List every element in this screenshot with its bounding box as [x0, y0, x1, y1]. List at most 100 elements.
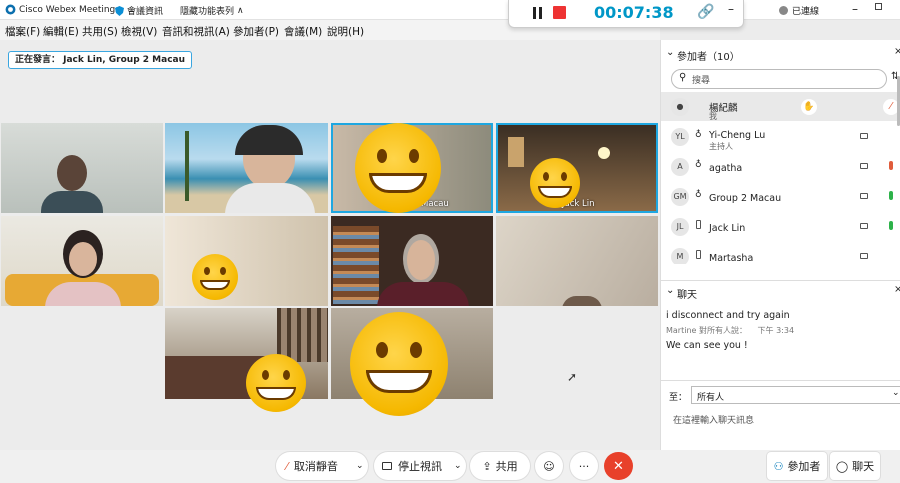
smiley-icon: ☺	[543, 459, 555, 473]
chat-bubble-icon: ◯	[835, 459, 849, 473]
mouse-cursor-icon: ➚	[567, 370, 578, 384]
stop-recording-button[interactable]	[553, 6, 566, 19]
status-dot-icon	[779, 6, 788, 15]
hide-menu-bar-button[interactable]: 隱藏功能表列 ∧	[180, 4, 244, 18]
grinning-face-emoji-icon	[246, 354, 306, 412]
participants-panel-button[interactable]: ⚇ 參加者	[767, 452, 827, 480]
active-speaker-label: 正在發言： Jack Lin, Group 2 Macau	[8, 51, 193, 69]
menu-audio-video[interactable]: 音訊和視訊(A)	[162, 24, 230, 39]
leave-meeting-button[interactable]: ✕	[604, 452, 633, 480]
unmute-button[interactable]: ⁄ 取消靜音 ⌄	[276, 452, 368, 480]
chevron-down-icon: ⌄	[356, 461, 364, 471]
participant-row[interactable]: M Martasha	[661, 242, 900, 264]
phone-icon	[696, 250, 701, 259]
chevron-down-icon: ⌄	[666, 285, 675, 296]
participant-search-box[interactable]: ⚲ 搜尋	[671, 69, 887, 89]
menu-view[interactable]: 檢視(V)	[121, 24, 157, 39]
maximize-window-button[interactable]	[875, 3, 882, 10]
close-icon: ✕	[613, 458, 624, 474]
share-icon: ⇪	[482, 459, 492, 473]
app-title: Cisco Webex Meetings	[5, 4, 120, 15]
chat-recipient-select[interactable]: 所有人 ⌄	[691, 386, 900, 404]
chat-message-meta: Martine 對所有人說： 下午 3:34	[666, 326, 795, 335]
headset-icon: ♁	[695, 190, 702, 200]
close-panel-icon[interactable]: ×	[894, 46, 900, 57]
menu-meeting[interactable]: 會議(M)	[284, 24, 322, 39]
close-chat-icon[interactable]: ×	[894, 284, 900, 295]
menu-share[interactable]: 共用(S)	[82, 24, 118, 39]
participant-role: 我	[709, 112, 717, 121]
video-grid: Macau Jack Lin ➚	[0, 40, 660, 450]
camera-icon	[860, 193, 868, 199]
menu-help[interactable]: 說明(H)	[327, 24, 364, 39]
microphone-active-icon	[889, 191, 893, 200]
participant-name: Yi-Cheng Lu	[709, 130, 766, 141]
participant-name: Group 2 Macau	[709, 193, 782, 204]
connection-status: 已連線	[779, 4, 819, 17]
video-tile[interactable]	[331, 216, 493, 306]
menu-participants[interactable]: 參加者(P)	[233, 24, 279, 39]
participant-avatar: YL	[671, 128, 689, 146]
microphone-muted-icon	[889, 161, 893, 170]
grinning-face-emoji-icon	[192, 254, 238, 300]
chevron-up-icon: ∧	[237, 5, 244, 16]
video-tile[interactable]	[496, 216, 658, 306]
phone-icon	[696, 220, 701, 229]
chevron-down-icon: ⌄	[892, 388, 900, 398]
video-tile[interactable]	[1, 216, 163, 306]
chevron-down-icon: ⌄	[454, 461, 462, 471]
video-tile-active-speaker[interactable]: Jack Lin	[496, 123, 658, 213]
participant-row[interactable]: YL ♁ Yi-Cheng Lu 主持人	[661, 122, 900, 151]
video-camera-icon	[382, 462, 392, 470]
restore-icon	[875, 3, 882, 10]
camera-icon	[860, 133, 868, 139]
chat-to-label: 至：	[669, 393, 688, 403]
chat-panel-title[interactable]: ⌄ 聊天	[666, 285, 697, 301]
raise-hand-icon[interactable]: ✋	[801, 99, 817, 115]
app-name: Cisco Webex Meetings	[19, 4, 120, 15]
video-tile[interactable]	[165, 123, 328, 213]
window-title-bar: Cisco Webex Meetings 會議資訊 隱藏功能表列 ∧ 已連線 –	[0, 0, 900, 20]
more-options-button[interactable]: ···	[570, 452, 598, 480]
participant-avatar: A	[671, 158, 689, 176]
participants-panel-title[interactable]: ⌄ 參加者（10）	[666, 47, 740, 63]
search-input[interactable]: 搜尋	[692, 73, 710, 86]
shield-icon	[115, 5, 124, 16]
participant-avatar: JL	[671, 218, 689, 236]
collapse-recorder-button[interactable]: –	[728, 2, 734, 16]
person-icon: ⚇	[773, 459, 784, 473]
webex-logo-icon	[5, 4, 16, 15]
person-icon: ●	[671, 98, 689, 116]
pause-recording-button[interactable]	[532, 7, 544, 19]
meeting-info-button[interactable]: 會議資訊	[115, 4, 163, 17]
participant-row[interactable]: GM ♁ Group 2 Macau	[661, 182, 900, 211]
participant-row[interactable]: ● 楊紀麟 我 ✋ ⁄	[661, 92, 900, 121]
headset-icon: ♁	[695, 130, 702, 140]
link-icon[interactable]: 🔗	[697, 4, 714, 20]
menu-edit[interactable]: 編輯(E)	[43, 24, 79, 39]
participant-role: 主持人	[709, 142, 733, 151]
chat-message-text: We can see you !	[666, 340, 748, 351]
recording-timer: 00:07:38	[594, 3, 674, 22]
reactions-button[interactable]: ☺	[535, 452, 563, 480]
pause-icon-bar	[539, 7, 542, 19]
side-panel: ⌄ 參加者（10） × ⚲ 搜尋 ⇅ ● 楊紀麟 我 ✋ ⁄ YL ♁ Yi-C…	[660, 40, 900, 450]
participant-name: Jack Lin	[709, 223, 746, 234]
minimize-window-button[interactable]: –	[852, 2, 858, 16]
pause-icon	[533, 7, 536, 19]
chat-panel-button[interactable]: ◯ 聊天	[830, 452, 880, 480]
chat-input[interactable]: 在這裡輸入聊天訊息	[673, 413, 754, 426]
grinning-face-emoji-icon	[530, 158, 580, 208]
grinning-face-emoji-icon	[355, 123, 441, 213]
microphone-active-icon	[889, 221, 893, 230]
participant-avatar: GM	[671, 188, 689, 206]
stop-video-button[interactable]: 停止視訊 ⌄	[374, 452, 466, 480]
participant-row[interactable]: JL Jack Lin	[661, 212, 900, 241]
participant-row[interactable]: A ♁ agatha	[661, 152, 900, 181]
menu-file[interactable]: 檔案(F)	[5, 24, 40, 39]
video-tile[interactable]	[1, 123, 163, 213]
meeting-controls-bar: ⁄ 取消靜音 ⌄ 停止視訊 ⌄ ⇪ 共用 ☺ ··· ✕ ⚇ 參加者 ◯ 聊天	[0, 450, 900, 483]
share-button[interactable]: ⇪ 共用	[470, 452, 530, 480]
participant-avatar: M	[671, 248, 689, 264]
video-tile[interactable]	[165, 216, 328, 306]
